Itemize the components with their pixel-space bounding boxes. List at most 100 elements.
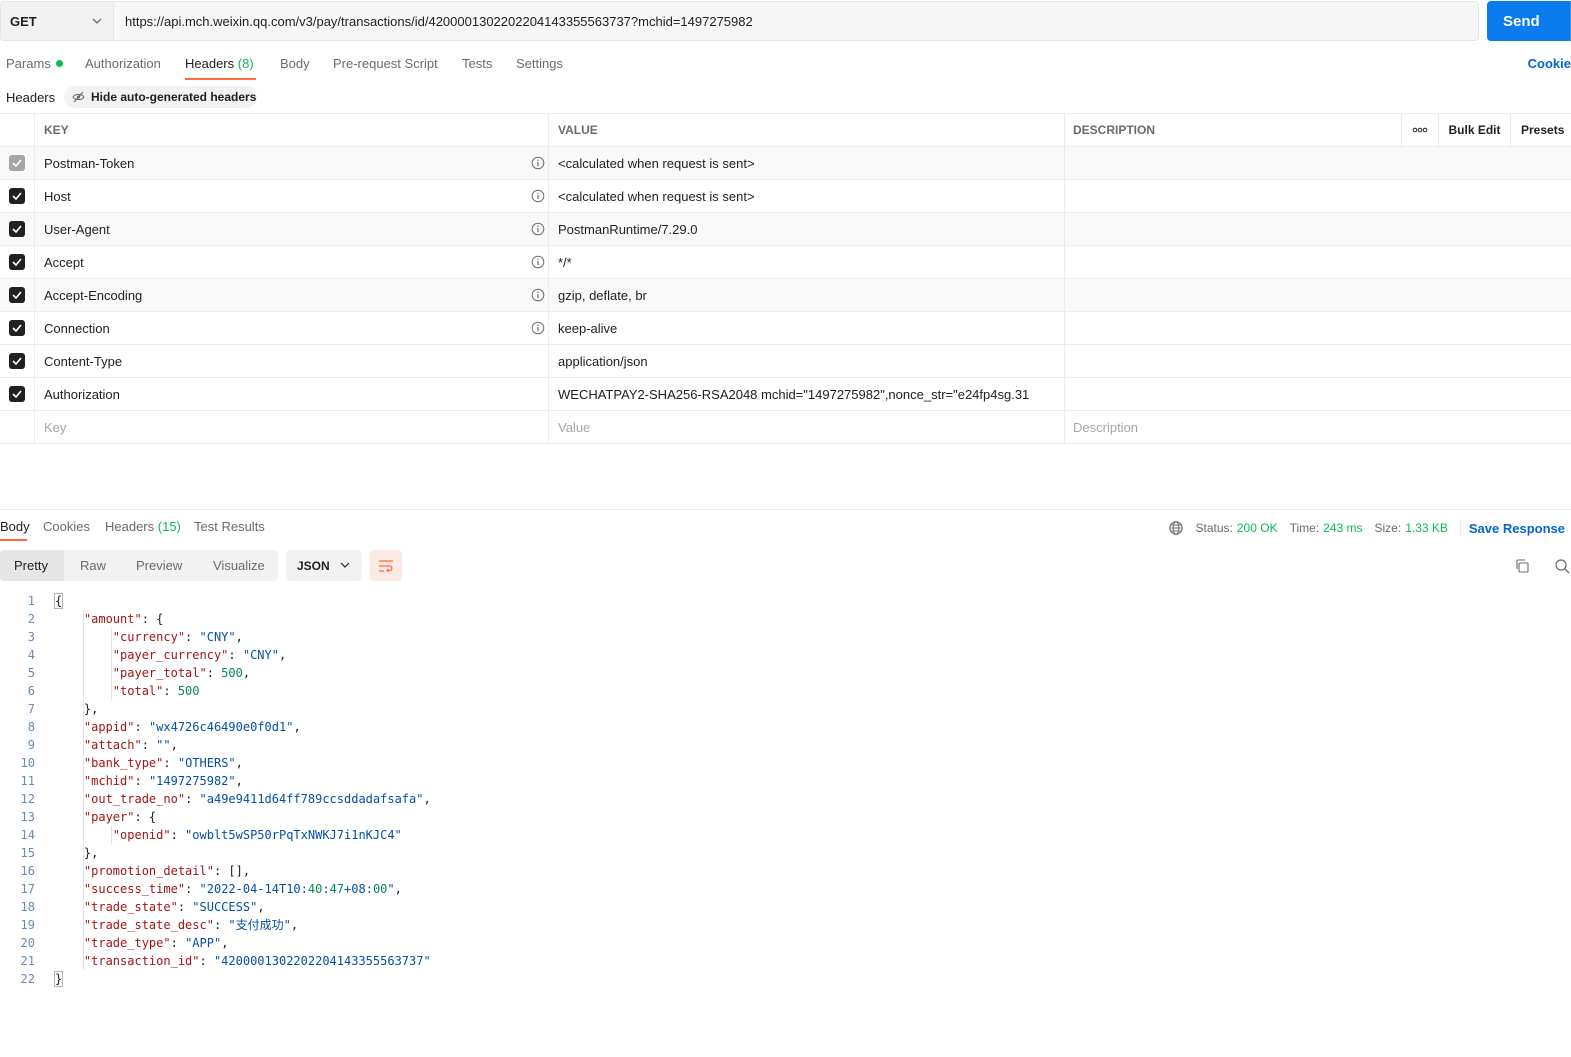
code-text: "transaction_id": "420000130220220414335… [83,954,431,968]
row-key[interactable]: Connection [35,312,549,344]
row-key[interactable]: Authorization [35,378,549,410]
bulk-edit-button[interactable]: Bulk Edit [1439,114,1511,146]
row-description[interactable] [1065,345,1571,377]
info-icon[interactable] [531,321,545,335]
check-icon [12,159,22,167]
response-tab-body[interactable]: Body [0,519,30,534]
row-checkbox[interactable] [9,287,25,303]
row-key[interactable]: Accept [35,246,549,278]
info-icon[interactable] [531,222,545,236]
row-checkbox[interactable] [9,188,25,204]
copy-icon[interactable] [1514,558,1530,574]
code-text: { [53,593,64,609]
row-key-text: Accept [44,254,84,270]
row-value[interactable]: application/json [549,345,1065,377]
row-checkbox[interactable] [9,386,25,402]
more-options-button[interactable] [1402,114,1439,146]
headers-table: KEY VALUE DESCRIPTION Bulk Edit Presets … [0,113,1571,444]
presets-button[interactable]: Presets [1511,114,1571,146]
code-text: "trade_type": "APP", [83,936,229,950]
tab-label: Headers [105,519,155,534]
row-value[interactable]: */* [549,246,1065,278]
response-tab-test-results[interactable]: Test Results [194,519,265,534]
method-select[interactable]: GET [0,1,113,41]
save-response-button[interactable]: Save Response [1469,521,1565,536]
code-line: 8 "appid": "wx4726c46490e0f0d1", [0,718,1571,736]
tab-params[interactable]: Params [6,56,63,71]
code-text: "mchid": "1497275982", [83,774,243,788]
code-line: 16 "promotion_detail": [], [0,862,1571,880]
info-icon[interactable] [531,156,545,170]
tab-label: Authorization [85,56,161,71]
tab-settings[interactable]: Settings [516,56,563,71]
row-value[interactable]: WECHATPAY2-SHA256-RSA2048 mchid="1497275… [549,378,1065,410]
info-icon[interactable] [531,288,545,302]
view-pretty[interactable]: Pretty [0,550,64,581]
view-visualize[interactable]: Visualize [213,550,265,581]
row-description[interactable] [1065,312,1571,344]
row-key[interactable]: Host [35,180,549,212]
tab-body[interactable]: Body [280,56,310,71]
code-line: 15 }, [0,844,1571,862]
code-line: 19 "trade_state_desc": "支付成功", [0,916,1571,934]
row-description[interactable] [1065,213,1571,245]
row-key-text: Host [44,188,71,204]
wrap-lines-button[interactable] [370,550,402,581]
divider [1459,519,1461,537]
status-value: 200 OK [1236,521,1278,535]
format-select[interactable]: JSON [286,550,362,581]
column-header-key: KEY [35,114,549,146]
row-value[interactable]: <calculated when request is sent> [549,147,1065,179]
row-value[interactable]: <calculated when request is sent> [549,180,1065,212]
tab-tests[interactable]: Tests [462,56,492,71]
row-checkbox[interactable] [9,353,25,369]
view-raw[interactable]: Raw [80,550,106,581]
response-tab-cookies[interactable]: Cookies [43,519,90,534]
code-text: "currency": "CNY", [112,630,243,644]
code-line: 5 "payer_total": 500, [0,664,1571,682]
row-description[interactable] [1065,279,1571,311]
row-key[interactable]: Accept-Encoding [35,279,549,311]
search-icon[interactable] [1554,558,1570,574]
eye-off-icon [72,91,85,103]
cookies-link[interactable]: Cookie [1528,56,1571,71]
row-value[interactable]: keep-alive [549,312,1065,344]
row-value[interactable]: gzip, deflate, br [549,279,1065,311]
tab-pre-request-script[interactable]: Pre-request Script [333,56,438,71]
line-number: 5 [27,666,35,680]
info-icon[interactable] [531,255,545,269]
info-icon[interactable] [531,189,545,203]
row-key[interactable]: Content-Type [35,345,549,377]
row-key[interactable]: Postman-Token [35,147,549,179]
new-value-input[interactable]: Value [549,411,1065,443]
row-checkbox[interactable] [9,155,25,171]
line-number: 17 [20,882,35,896]
row-checkbox[interactable] [9,320,25,336]
time-label: Time: [1289,521,1320,535]
row-checkbox[interactable] [9,221,25,237]
send-button[interactable]: Send [1487,1,1571,41]
response-tab-headers[interactable]: Headers (15) [105,519,181,534]
tab-headers[interactable]: Headers (8) [185,56,254,71]
code-text: "payer_total": 500, [112,666,251,680]
tab-authorization[interactable]: Authorization [85,56,161,71]
row-checkbox[interactable] [9,254,25,270]
code-line: 9 "attach": "", [0,736,1571,754]
hide-auto-headers-button[interactable]: Hide auto-generated headers [64,86,257,108]
url-input[interactable]: https://api.mch.weixin.qq.com/v3/pay/tra… [113,1,1479,41]
new-description-input[interactable]: Description [1065,411,1571,443]
response-body-code[interactable]: 1{2 "amount": {3 "currency": "CNY", 4 "pa… [0,592,1571,988]
table-row: Connection keep-alive [0,312,1571,345]
active-tab-indicator [185,78,256,80]
row-description[interactable] [1065,246,1571,278]
row-description[interactable] [1065,378,1571,410]
row-checkbox-cell [0,345,35,377]
row-description[interactable] [1065,180,1571,212]
new-key-input[interactable]: Key [35,411,549,443]
globe-icon[interactable] [1168,520,1184,536]
row-description[interactable] [1065,147,1571,179]
row-value[interactable]: PostmanRuntime/7.29.0 [549,213,1065,245]
row-key[interactable]: User-Agent [35,213,549,245]
view-preview[interactable]: Preview [136,550,182,581]
table-header-row: KEY VALUE DESCRIPTION Bulk Edit Presets [0,113,1571,147]
